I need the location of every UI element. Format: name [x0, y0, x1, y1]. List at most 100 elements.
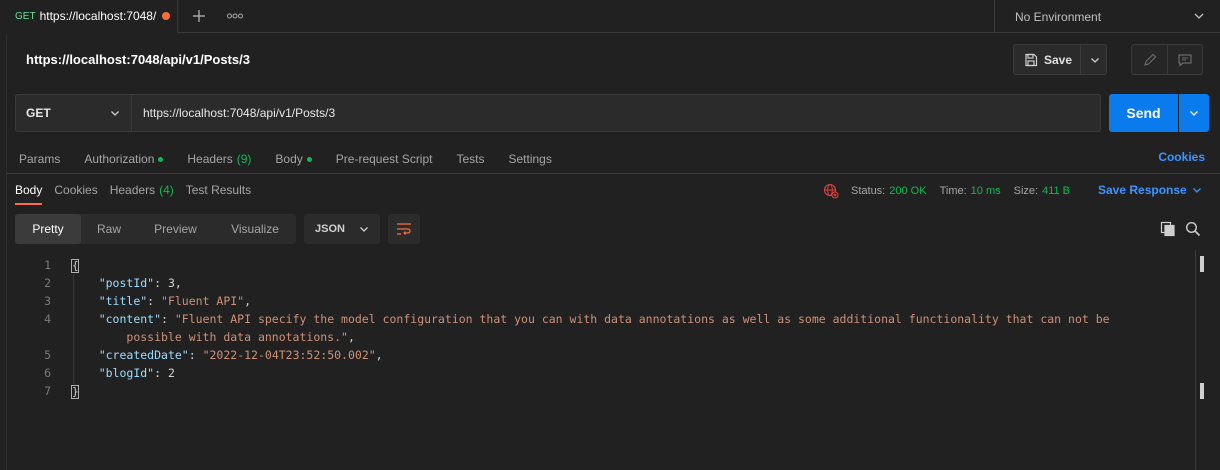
- view-raw-button[interactable]: Raw: [81, 214, 137, 244]
- line-number: 6: [44, 366, 51, 380]
- status-label: Status:: [851, 185, 886, 197]
- json-value-continuation: possible with data annotations.": [126, 330, 348, 344]
- size-label: Size:: [1013, 185, 1039, 197]
- globe-error-icon[interactable]: [823, 183, 839, 199]
- save-label: Save: [1044, 52, 1073, 67]
- tab-label: Settings: [508, 152, 552, 166]
- pencil-icon[interactable]: [1142, 52, 1158, 68]
- tab-params[interactable]: Params: [19, 150, 60, 168]
- response-tab-headers[interactable]: Headers (4): [110, 183, 174, 203]
- time-value: 10 ms: [970, 185, 1001, 197]
- tab-bar: GET https://localhost:7048/ No Environme…: [0, 0, 1220, 33]
- code-line: 2 "postId": 3,: [15, 274, 1195, 292]
- chevron-down-icon: [1190, 111, 1198, 116]
- line-number: 3: [44, 294, 51, 308]
- json-key: "blogId": [98, 366, 155, 380]
- response-tab-body[interactable]: Body: [15, 183, 43, 205]
- tab-label: Tests: [456, 152, 485, 166]
- left-divider: [6, 34, 7, 470]
- view-mode-group: Pretty Raw Preview Visualize: [15, 214, 296, 244]
- fold-open-brace-icon[interactable]: {: [71, 258, 79, 273]
- chevron-down-icon: [1090, 57, 1099, 63]
- tab-tests[interactable]: Tests: [456, 150, 484, 168]
- comment-icon[interactable]: [1177, 52, 1193, 68]
- side-icons: [1131, 44, 1203, 75]
- url-input[interactable]: [131, 94, 1101, 132]
- line-number: 7: [44, 384, 51, 398]
- wrap-lines-icon: [397, 223, 411, 235]
- new-tab-plus-icon[interactable]: [188, 6, 210, 26]
- section-divider: [6, 173, 1220, 174]
- chevron-down-icon: [1192, 188, 1201, 193]
- environment-label: No Environment: [1015, 9, 1102, 24]
- tab-label: Authorization: [84, 152, 155, 166]
- save-icon: [1025, 53, 1038, 66]
- response-tabs: Body Cookies Headers (4) Test Results: [15, 183, 263, 205]
- send-options-button[interactable]: [1179, 94, 1209, 132]
- line-number: 4: [44, 312, 51, 326]
- line-number: 5: [44, 348, 51, 362]
- scrollbar-marker[interactable]: [1200, 256, 1204, 272]
- code-line: 7 }: [15, 382, 1195, 400]
- icon-separator: [1167, 45, 1168, 74]
- headers-count: (9): [236, 152, 252, 166]
- status-value: 200 OK: [889, 185, 927, 197]
- send-button[interactable]: Send: [1109, 94, 1178, 132]
- headers-count: (4): [159, 183, 174, 197]
- request-title[interactable]: https://localhost:7048/api/v1/Posts/3: [26, 52, 250, 67]
- tab-label: Headers: [187, 152, 233, 166]
- response-body-editor[interactable]: 1 { 2 "postId": 3, 3 "title": "Fluent AP…: [15, 256, 1195, 400]
- json-value: "Fluent API": [161, 294, 245, 308]
- code-line: 3 "title": "Fluent API",: [15, 292, 1195, 310]
- json-key: "content": [98, 312, 162, 326]
- format-select[interactable]: JSON: [304, 214, 380, 244]
- json-value: 2: [167, 366, 175, 380]
- editor-scroll-track: [1195, 250, 1196, 470]
- save-response-button[interactable]: Save Response: [1098, 183, 1202, 197]
- view-pretty-button[interactable]: Pretty: [15, 214, 81, 244]
- request-tab[interactable]: GET https://localhost:7048/: [0, 0, 178, 33]
- method-select[interactable]: GET: [15, 94, 131, 132]
- code-line: 1 {: [15, 256, 1195, 274]
- line-number: 2: [44, 276, 51, 290]
- wrap-lines-button[interactable]: [388, 214, 420, 244]
- json-key: "postId": [98, 276, 155, 290]
- response-tab-cookies[interactable]: Cookies: [54, 183, 97, 203]
- tab-body[interactable]: Body: [275, 150, 312, 168]
- tab-pre-request-script[interactable]: Pre-request Script: [336, 150, 433, 168]
- view-preview-button[interactable]: Preview: [137, 214, 214, 244]
- copy-icon[interactable]: [1160, 221, 1176, 237]
- more-tabs-icon[interactable]: [224, 6, 246, 26]
- cookies-link[interactable]: Cookies: [1158, 150, 1205, 164]
- tab-label: Pre-request Script: [335, 152, 433, 166]
- search-icon[interactable]: [1185, 221, 1201, 237]
- tab-authorization[interactable]: Authorization: [84, 150, 164, 168]
- indicator-dot-icon: [158, 156, 164, 162]
- tab-label: Params: [19, 152, 61, 166]
- code-line-wrapped: possible with data annotations.",: [126, 330, 355, 344]
- view-visualize-button[interactable]: Visualize: [214, 214, 296, 244]
- time-label: Time:: [939, 185, 967, 197]
- method-label: GET: [26, 106, 51, 120]
- tab-headers[interactable]: Headers (9): [187, 150, 251, 168]
- scrollbar-marker[interactable]: [1200, 383, 1204, 399]
- tab-settings[interactable]: Settings: [509, 150, 552, 168]
- environment-selector[interactable]: No Environment: [994, 0, 1220, 33]
- tab-label: Body: [275, 152, 303, 166]
- response-tab-test-results[interactable]: Test Results: [186, 183, 251, 203]
- tab-label: Headers: [109, 183, 156, 197]
- chevron-down-icon: [111, 111, 119, 116]
- save-options-button[interactable]: [1082, 45, 1107, 74]
- code-line: 4 "content": "Fluent API specify the mod…: [15, 310, 1195, 328]
- chevron-down-icon: [1194, 13, 1204, 19]
- save-button[interactable]: Save: [1014, 45, 1081, 74]
- save-response-label: Save Response: [1098, 183, 1187, 197]
- tab-method-label: GET: [15, 10, 36, 22]
- response-status: Status: 200 OK Time: 10 ms Size: 411 B: [823, 182, 1083, 200]
- json-value: "Fluent API specify the model configurat…: [174, 312, 1110, 326]
- code-line: 6 "blogId": 2: [15, 364, 1195, 382]
- fold-close-brace-icon[interactable]: }: [71, 384, 79, 399]
- unsaved-dot-icon: [162, 12, 171, 20]
- json-key: "createdDate": [98, 348, 189, 362]
- json-key: "title": [98, 294, 148, 308]
